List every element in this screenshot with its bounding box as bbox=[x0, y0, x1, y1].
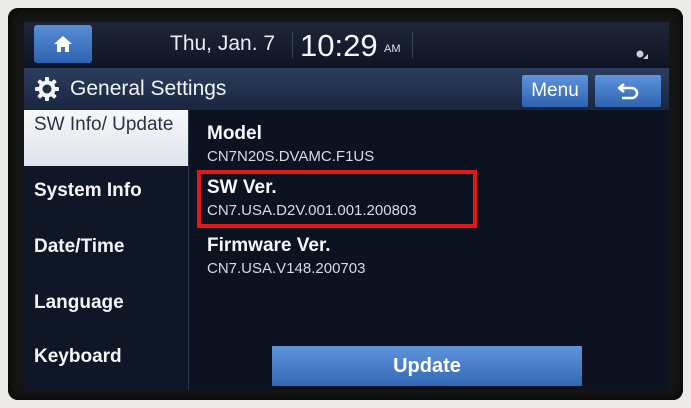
sidebar-item-sw-info-update[interactable]: SW Info/ Update bbox=[24, 110, 188, 166]
sidebar-item-label: Date/Time bbox=[34, 236, 125, 257]
sidebar-item-label: SW Info/ Update bbox=[34, 114, 174, 135]
sidebar-item-label: System Info bbox=[34, 180, 142, 201]
clock-ampm: AM bbox=[384, 43, 401, 55]
gear-icon bbox=[35, 77, 59, 101]
signal-status-icon bbox=[636, 50, 648, 59]
sw-info-panel: Model CN7N20S.DVAMC.F1US SW Ver. CN7.USA… bbox=[189, 110, 669, 390]
home-button[interactable] bbox=[34, 25, 92, 63]
sidebar-item-system-info[interactable]: System Info bbox=[24, 166, 188, 222]
sidebar-item-label: Keyboard bbox=[34, 346, 122, 367]
divider bbox=[412, 32, 413, 58]
sidebar-item-date-time[interactable]: Date/Time bbox=[24, 222, 188, 278]
sidebar-item-keyboard[interactable]: Keyboard bbox=[24, 334, 188, 390]
sidebar-item-language[interactable]: Language bbox=[24, 278, 188, 334]
back-button[interactable] bbox=[595, 75, 661, 107]
update-button[interactable]: Update bbox=[272, 346, 582, 386]
head-unit-screen: Thu, Jan. 7 10:29 AM General Settings Me… bbox=[24, 22, 669, 390]
sidebar-item-label: Language bbox=[34, 292, 124, 313]
sw-version-label: SW Ver. bbox=[207, 177, 277, 198]
model-label: Model bbox=[207, 123, 262, 144]
divider bbox=[292, 32, 293, 58]
firmware-version-label: Firmware Ver. bbox=[207, 235, 331, 256]
back-icon bbox=[617, 83, 639, 100]
firmware-version-value: CN7.USA.V148.200703 bbox=[207, 260, 366, 277]
menu-button[interactable]: Menu bbox=[522, 75, 588, 107]
sw-version-value: CN7.USA.D2V.001.001.200803 bbox=[207, 202, 417, 219]
header-bar: General Settings Menu bbox=[24, 68, 669, 110]
settings-sidebar: SW Info/ Update System Info Date/Time La… bbox=[24, 110, 189, 390]
model-value: CN7N20S.DVAMC.F1US bbox=[207, 148, 375, 165]
clock-time: 10:29 bbox=[300, 28, 378, 63]
page-title: General Settings bbox=[70, 77, 227, 100]
date-display: Thu, Jan. 7 bbox=[170, 32, 276, 55]
status-bar: Thu, Jan. 7 10:29 AM bbox=[24, 22, 669, 68]
home-icon bbox=[54, 36, 72, 52]
